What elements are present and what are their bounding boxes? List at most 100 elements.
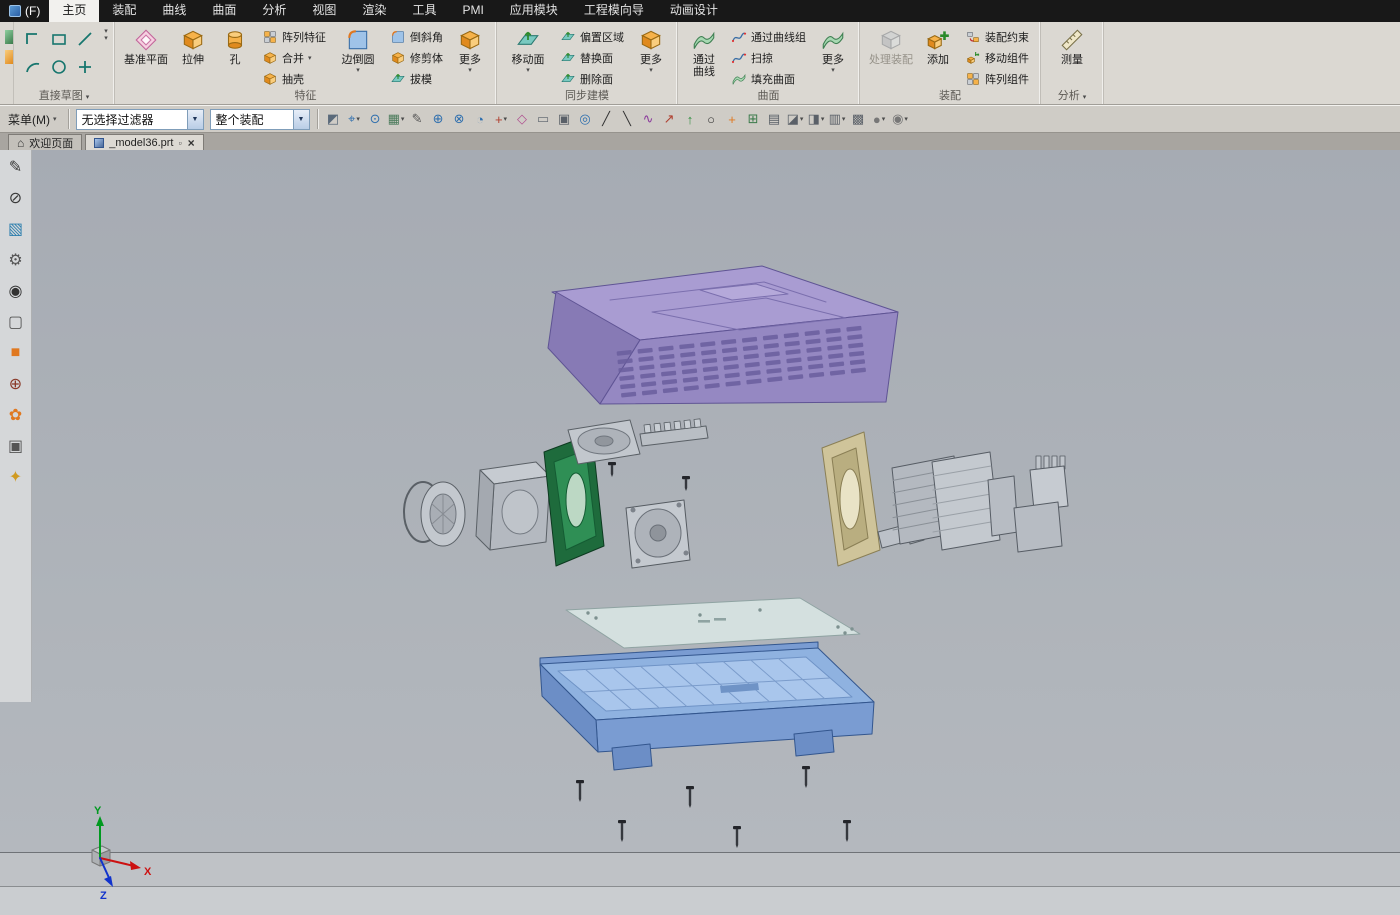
bounded-plane-icon[interactable]: ▭ (533, 109, 554, 130)
tab-analysis[interactable]: 分析 (249, 0, 299, 22)
hole-button[interactable]: 孔 (214, 25, 256, 66)
tab-animation-design[interactable]: 动画设计 (657, 0, 731, 22)
circle-center-icon[interactable]: ◎ (575, 109, 596, 130)
through-curves-button[interactable]: 通过曲线 (683, 25, 725, 78)
tab-application-module[interactable]: 应用模块 (497, 0, 571, 22)
vector-up-icon[interactable]: ↑ (680, 109, 701, 130)
snapshot-window-icon[interactable]: ▢ (3, 309, 29, 335)
tab-render[interactable]: 渲染 (349, 0, 399, 22)
sketch-dropdowns[interactable]: ▾▾ (100, 28, 112, 42)
tab-process-wizard[interactable]: 工程模向导 (571, 0, 657, 22)
fit-view-icon[interactable]: ▣ (3, 433, 29, 459)
draft-button[interactable]: 拔模 (386, 69, 447, 89)
assembly-constraints-button[interactable]: 装配约束 (961, 27, 1033, 47)
globe-display-icon[interactable]: ◉▾ (890, 109, 911, 130)
rectangle-icon[interactable] (48, 28, 70, 50)
selection-filter-combo[interactable]: 无选择过滤器 ▼ (76, 109, 204, 130)
sync-more-button[interactable]: 更多▾ (630, 25, 672, 74)
spreadsheet-icon[interactable]: ⊞ (743, 109, 764, 130)
menu-button[interactable]: 菜单(M)▾ (2, 108, 63, 130)
through-curve-mesh-button[interactable]: 通过曲线组 (727, 27, 810, 47)
point-tool-icon[interactable]: ⊙ (365, 109, 386, 130)
offset-region-button[interactable]: 偏置区域 (556, 27, 628, 47)
settings-gears-icon[interactable]: ⚙ (3, 247, 29, 273)
shaded-cube-icon[interactable]: ◪▾ (785, 109, 806, 130)
intersection-snap-icon[interactable]: ⊗ (449, 109, 470, 130)
mounting-bracket-part[interactable] (476, 462, 550, 550)
edit-pencil-icon[interactable]: ✎ (407, 109, 428, 130)
chevron-down-icon[interactable]: ▼ (293, 110, 309, 129)
file-menu-button[interactable]: (F) (0, 0, 49, 22)
show-hide-icon[interactable]: ⊘ (3, 185, 29, 211)
extrude-button[interactable]: 拉伸 (172, 25, 214, 66)
quadrant-snap-icon[interactable]: ◔ (470, 109, 491, 130)
trim-body-button[interactable]: 修剪体 (386, 48, 447, 68)
tab-tools[interactable]: 工具 (399, 0, 449, 22)
beige-bezel-part[interactable] (822, 432, 880, 566)
pattern-feature-button[interactable]: 阵列特征 (258, 27, 330, 47)
spline-tool-icon[interactable]: ∿ (638, 109, 659, 130)
lower-fan-part[interactable] (626, 500, 690, 568)
sphere-display-icon[interactable]: ●▾ (869, 109, 890, 130)
graphics-window[interactable]: Y X Z (0, 150, 1400, 915)
measure-button[interactable]: 测量 (1046, 25, 1098, 66)
upper-fan-part[interactable] (568, 419, 708, 464)
tab-pmi[interactable]: PMI (449, 0, 496, 22)
fan-grill-part[interactable] (404, 482, 465, 546)
profile-icon[interactable] (22, 28, 44, 50)
tab-curve[interactable]: 曲线 (149, 0, 199, 22)
tab-welcome-page[interactable]: ⌂ 欢迎页面 (8, 134, 82, 150)
fan-blade-icon[interactable]: ✿ (3, 402, 29, 428)
base-chassis-part[interactable] (540, 642, 874, 770)
tab-assembly[interactable]: 装配 (99, 0, 149, 22)
midpoint-snap-icon[interactable]: ⊕ (428, 109, 449, 130)
pattern-component-button[interactable]: 阵列组件 (961, 69, 1033, 89)
circle-tool-icon[interactable]: ○ (701, 109, 722, 130)
datum-plane-button[interactable]: 基准平面 (120, 25, 172, 66)
chevron-down-icon[interactable]: ▼ (187, 110, 203, 129)
float-window-icon[interactable]: ▫ (178, 138, 181, 148)
add-component-button[interactable]: 添加 (917, 25, 959, 66)
snap-point-icon[interactable]: ⌖▾ (344, 109, 365, 130)
tab-home[interactable]: 主页 (49, 0, 99, 22)
feature-more-button[interactable]: 更多▾ (449, 25, 491, 74)
move-component-button[interactable]: 移动组件 (961, 48, 1033, 68)
unite-button[interactable]: 合并▾ (258, 48, 330, 68)
wire-cube-icon[interactable]: ▣ (554, 109, 575, 130)
plus-tool-icon[interactable]: + (722, 109, 743, 130)
layer-list-icon[interactable]: ▥▾ (827, 109, 848, 130)
part-display-icon[interactable]: ◩ (323, 109, 344, 130)
layered-box-icon[interactable]: ▧ (3, 216, 29, 242)
half-shade-icon[interactable]: ◨▾ (806, 109, 827, 130)
cover-plate-part[interactable] (566, 598, 860, 648)
sketch-pencil-icon[interactable]: ✎ (3, 154, 29, 180)
move-face-button[interactable]: 移动面▾ (502, 25, 554, 74)
tab-view[interactable]: 视图 (299, 0, 349, 22)
tab-surface[interactable]: 曲面 (199, 0, 249, 22)
selection-scope-combo[interactable]: 整个装配 ▼ (210, 109, 310, 130)
point-plus-icon[interactable]: +▾ (491, 109, 512, 130)
close-icon[interactable]: × (188, 136, 195, 150)
fill-surface-button[interactable]: 填充曲面 (727, 69, 810, 89)
tab-part-document[interactable]: _model36.prt ▫ × (85, 134, 203, 150)
terminal-block-part[interactable] (1014, 456, 1068, 552)
polyline-tool-icon[interactable]: ↗ (659, 109, 680, 130)
line-tool-2-icon[interactable]: ╲ (617, 109, 638, 130)
orange-face-icon[interactable]: ■ (3, 340, 29, 366)
grid-table-icon[interactable]: ▦▾ (386, 109, 407, 130)
sweep-button[interactable]: 扫掠 (727, 48, 810, 68)
point-plus-icon[interactable] (74, 56, 96, 78)
line-icon[interactable] (74, 28, 96, 50)
datum-diamond-icon[interactable]: ◇ (512, 109, 533, 130)
shell-button[interactable]: 抽壳 (258, 69, 330, 89)
line-tool-icon[interactable]: ╱ (596, 109, 617, 130)
top-cover-part[interactable] (548, 266, 898, 404)
chamfer-button[interactable]: 倒斜角 (386, 27, 447, 47)
replace-face-button[interactable]: 替换面 (556, 48, 628, 68)
arc-icon[interactable] (22, 56, 44, 78)
edge-blend-button[interactable]: 边倒圆▾ (332, 25, 384, 74)
window-tile-icon[interactable]: ▤ (764, 109, 785, 130)
pattern-squares-icon[interactable]: ▩ (848, 109, 869, 130)
surface-more-button[interactable]: 更多▾ (812, 25, 854, 74)
orbit-center-icon[interactable]: ⊕ (3, 371, 29, 397)
